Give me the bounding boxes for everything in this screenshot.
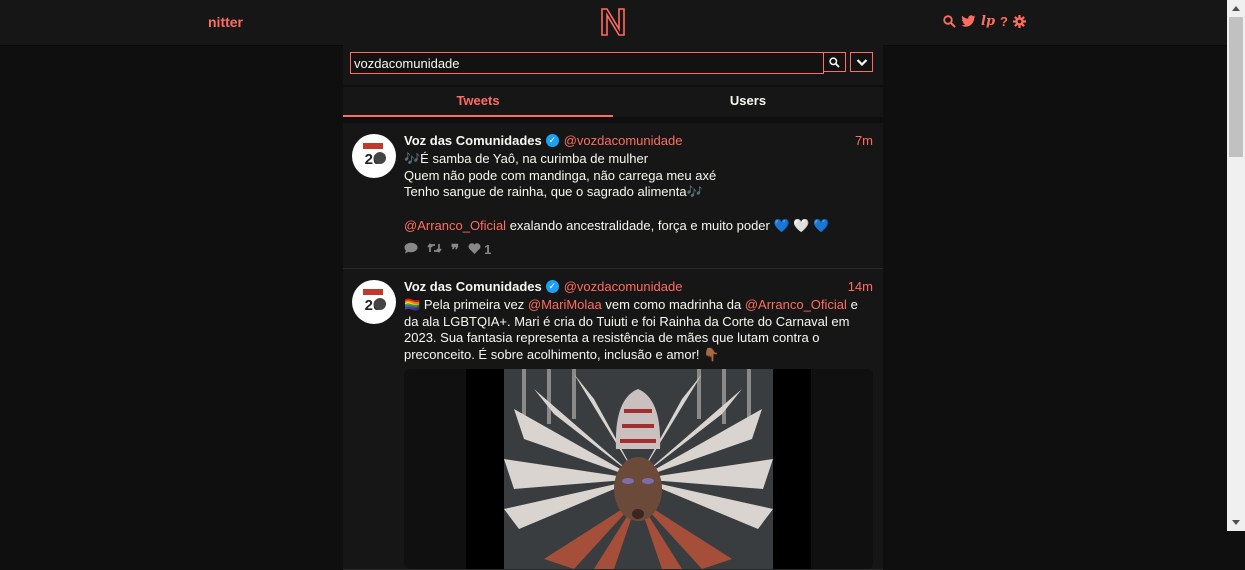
mention-link[interactable]: @Arranco_Oficial — [745, 297, 847, 312]
search-icon[interactable] — [943, 15, 956, 28]
tweet-content: 🏳️‍🌈 Pela primeira vez @MariMolaa vem co… — [404, 297, 873, 363]
blue-heart-emoji: 💙 — [773, 217, 790, 233]
scroll-up-arrow-icon[interactable] — [1227, 0, 1245, 17]
media-frame — [466, 369, 811, 569]
tweet-date[interactable]: 7m — [855, 133, 873, 148]
tweet-header: Voz das Comunidades ✓ @vozdacomunidade 7… — [404, 132, 873, 148]
tweet-fullname[interactable]: Voz das Comunidades — [404, 133, 542, 148]
like-count: 1 — [484, 242, 492, 257]
navbar: nitter lp ? — [0, 0, 1227, 46]
help-icon[interactable]: ? — [1000, 14, 1008, 29]
nitter-brand-link[interactable]: nitter — [208, 14, 243, 30]
tweet-header: Voz das Comunidades ✓ @vozdacomunidade 1… — [404, 278, 873, 294]
tweet-line: 🎶É samba de Yaô, na curimba de mulher — [404, 151, 649, 166]
white-heart-emoji: 🤍 — [793, 217, 810, 233]
retweet-icon[interactable] — [427, 242, 442, 257]
scroll-down-arrow-icon[interactable] — [1227, 514, 1245, 531]
mention-link[interactable]: @MariMolaa — [528, 297, 602, 312]
tweet-line: Quem não pode com mandinga, não carrega … — [404, 167, 717, 183]
tweet-fullname[interactable]: Voz das Comunidades — [404, 279, 542, 294]
tweet-media[interactable] — [404, 369, 873, 569]
tweet-body: Voz das Comunidades ✓ @vozdacomunidade 7… — [404, 123, 883, 268]
lp-icon[interactable]: lp — [981, 14, 995, 29]
tweet-date[interactable]: 14m — [848, 279, 873, 294]
tweet[interactable]: 20 Voz das Comunidades ✓ @vozdacomunidad… — [343, 123, 883, 269]
search-input[interactable] — [350, 52, 824, 74]
carnival-photo[interactable] — [504, 369, 773, 569]
nav-icons: lp ? — [943, 14, 1026, 29]
avatar[interactable]: 20 — [352, 280, 396, 324]
avatar[interactable]: 20 — [352, 134, 396, 178]
twitter-bird-icon[interactable] — [961, 15, 976, 28]
rainbow-flag-emoji: 🏳️‍🌈 — [404, 297, 421, 312]
tab-tweets[interactable]: Tweets — [343, 87, 613, 117]
reply-icon[interactable] — [404, 242, 418, 257]
verified-icon: ✓ — [545, 133, 559, 147]
tweet-line: @Arranco_Oficial exalando ancestralidade… — [404, 218, 873, 235]
tweet-content: 🎶É samba de Yaô, na curimba de mulher Qu… — [404, 151, 873, 234]
tweet-stats: ❞ 1 — [404, 242, 873, 268]
search-tabs: Tweets Users — [343, 87, 883, 117]
tweet-body: Voz das Comunidades ✓ @vozdacomunidade 1… — [404, 269, 883, 569]
scrollbar[interactable] — [1227, 0, 1245, 531]
blue-heart-emoji: 💙 — [813, 217, 830, 233]
tweet-text: vem como madrinha da — [605, 297, 742, 312]
tab-users[interactable]: Users — [613, 87, 883, 117]
tweet-username[interactable]: @vozdacomunidade — [564, 133, 683, 148]
verified-icon: ✓ — [545, 279, 559, 293]
tweet-username[interactable]: @vozdacomunidade — [564, 279, 683, 294]
tweet[interactable]: 20 Voz das Comunidades ✓ @vozdacomunidad… — [343, 269, 883, 570]
tweet-text: exalando ancestralidade, força e muito p… — [509, 217, 770, 233]
search-options-toggle[interactable] — [850, 52, 873, 72]
pointing-down-emoji: 👇🏾 — [703, 346, 720, 362]
voz-avatar-logo: 20 — [363, 143, 386, 168]
like-icon[interactable] — [468, 242, 481, 257]
tweet-text: Pela primeira vez — [423, 297, 525, 312]
nitter-logo-icon[interactable] — [600, 7, 626, 37]
gear-icon[interactable] — [1012, 15, 1026, 28]
voz-avatar-logo: 20 — [363, 289, 386, 314]
mention-link[interactable]: @Arranco_Oficial — [404, 218, 506, 233]
chevron-down-icon — [856, 58, 867, 66]
tweet-line: Tenho sangue de rainha, que o sagrado al… — [404, 184, 703, 199]
quote-icon[interactable]: ❞ — [451, 242, 459, 257]
main-container: Tweets Users 20 Voz das Comunidades ✓ @v… — [343, 45, 883, 570]
search-icon — [829, 56, 840, 68]
scrollbar-thumb[interactable] — [1229, 17, 1243, 157]
search-panel — [343, 45, 883, 85]
search-button[interactable] — [823, 52, 846, 72]
